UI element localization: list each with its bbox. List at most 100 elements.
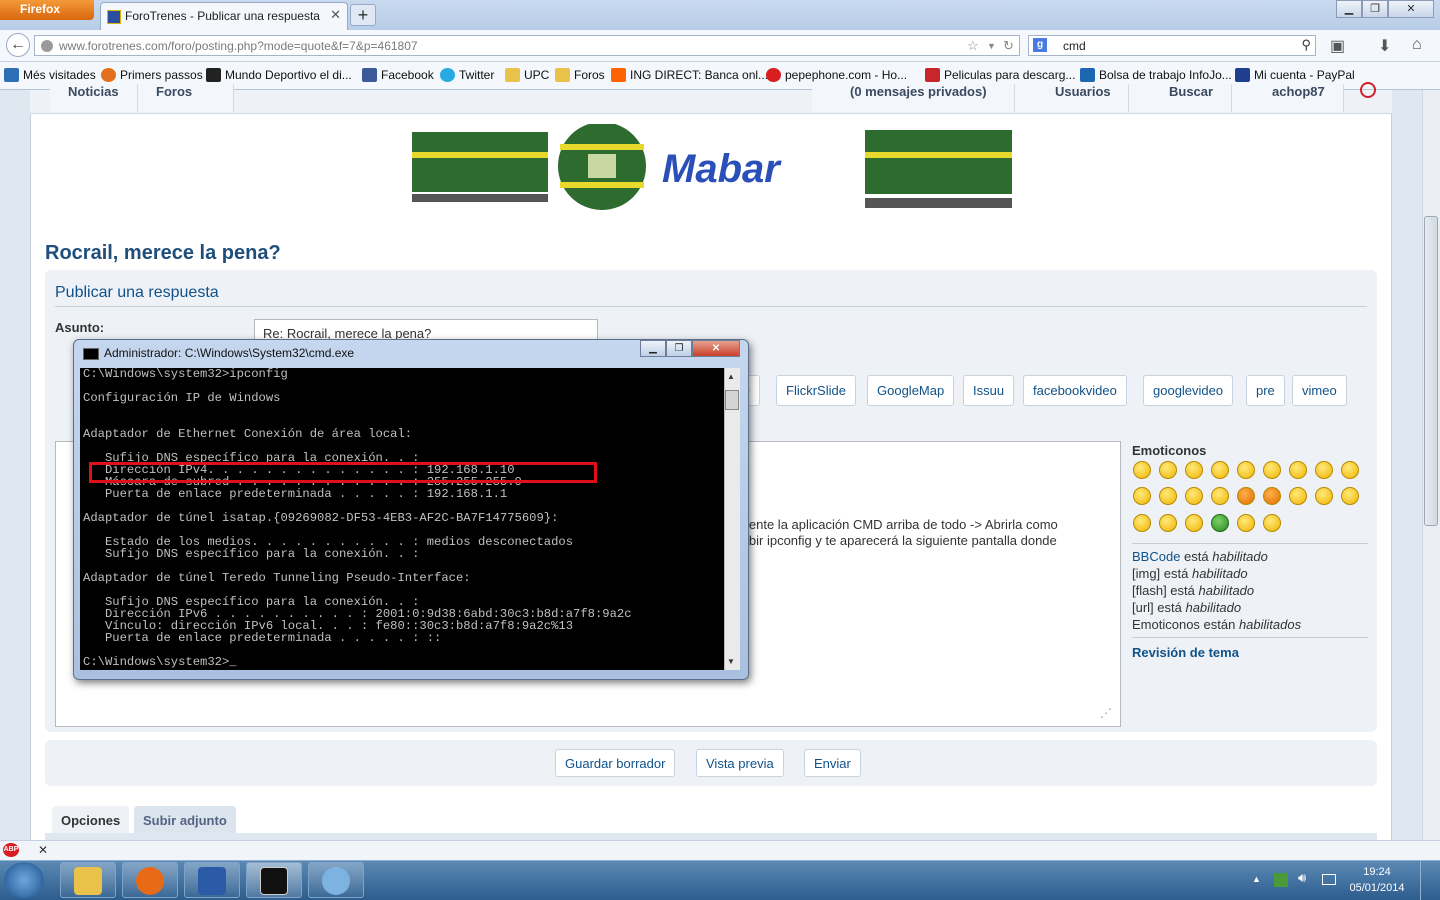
bookmark-item[interactable]: Més visitades <box>4 68 96 82</box>
save-draft-button[interactable]: Guardar borrador <box>555 749 676 777</box>
emoticon-icon[interactable] <box>1211 461 1229 479</box>
minimize-button[interactable]: ▁ <box>1336 0 1362 18</box>
bookmark-item[interactable]: Bolsa de trabajo InfoJo... <box>1080 68 1232 82</box>
emoticon-icon[interactable] <box>1185 487 1203 505</box>
emoticon-icon[interactable] <box>1237 461 1255 479</box>
emoticon-icon[interactable] <box>1159 514 1177 532</box>
back-button[interactable]: ← <box>6 33 30 57</box>
emoticon-icon[interactable] <box>1159 487 1177 505</box>
bbcode-button-googlemap[interactable]: GoogleMap <box>867 375 955 406</box>
cmd-scrollbar-thumb[interactable] <box>725 390 739 410</box>
bbcode-button-flickrslide[interactable]: FlickrSlide <box>776 375 856 406</box>
emoticon-icon[interactable] <box>1341 487 1359 505</box>
submit-button[interactable]: Enviar <box>804 749 861 777</box>
firefox-menu-button[interactable]: Firefox <box>0 0 94 20</box>
emoticon-icon[interactable] <box>1133 487 1151 505</box>
emoticon-icon[interactable] <box>1133 514 1151 532</box>
close-addon-bar-icon[interactable]: ✕ <box>38 843 48 857</box>
restore-button[interactable]: ❐ <box>1362 0 1388 18</box>
emoticon-icon[interactable] <box>1211 514 1229 532</box>
emoticon-icon[interactable] <box>1263 487 1281 505</box>
topic-review-link[interactable]: Revisión de tema <box>1132 645 1239 660</box>
emoticon-icon[interactable] <box>1315 487 1333 505</box>
nav-usuarios[interactable]: Usuarios <box>1015 84 1129 112</box>
new-tab-button[interactable]: + <box>350 4 376 26</box>
bookmark-item[interactable]: Mundo Deportivo el di... <box>206 68 352 82</box>
adblock-plus-icon[interactable]: ABP <box>3 843 19 857</box>
bbcode-button-googlevideo[interactable]: googlevideo <box>1143 375 1234 406</box>
taskbar-paint[interactable] <box>308 862 364 898</box>
downloads-icon[interactable]: ⬇ <box>1378 36 1391 56</box>
bbcode-button-facebookvideo[interactable]: facebookvideo <box>1023 375 1127 406</box>
bookmark-item[interactable]: Facebook <box>362 68 434 82</box>
emoticon-icon[interactable] <box>1185 461 1203 479</box>
emoticon-icon[interactable] <box>1133 461 1151 479</box>
action-center-icon[interactable] <box>1274 873 1288 887</box>
site-identity-icon[interactable] <box>41 40 53 52</box>
nav-buscar[interactable]: Buscar <box>1129 84 1232 112</box>
close-window-button[interactable]: ✕ <box>1388 0 1434 18</box>
preview-button[interactable]: Vista previa <box>696 749 784 777</box>
emoticon-icon[interactable] <box>1263 514 1281 532</box>
page-scrollbar-thumb[interactable] <box>1424 216 1438 526</box>
emoticon-icon[interactable] <box>1159 461 1177 479</box>
system-clock[interactable]: 19:24 05/01/2014 <box>1344 864 1410 896</box>
cmd-console[interactable]: C:\Windows\system32>ipconfig Configuraci… <box>80 368 724 670</box>
nav-foros[interactable]: Foros <box>138 84 234 112</box>
cmd-scrollbar[interactable] <box>724 368 740 670</box>
nav-private-messages[interactable]: (0 mensajes privados) <box>812 84 1015 112</box>
cmd-minimize-button[interactable]: ▁ <box>640 340 666 357</box>
search-bar[interactable]: g cmd ⚲ <box>1028 35 1316 56</box>
search-icon[interactable]: ⚲ <box>1301 37 1311 53</box>
emoticon-icon[interactable] <box>1341 461 1359 479</box>
bbcode-button-issuu[interactable]: Issuu <box>963 375 1015 406</box>
nav-user-profile[interactable]: achop87 <box>1232 84 1344 112</box>
search-input[interactable]: cmd <box>1063 39 1086 53</box>
emoticon-icon[interactable] <box>1289 487 1307 505</box>
nav-noticias[interactable]: Noticias <box>50 84 138 112</box>
bookmark-item[interactable]: Peliculas para descarg... <box>925 68 1075 82</box>
bookmark-folder[interactable]: UPC <box>505 68 549 82</box>
network-icon[interactable] <box>1322 874 1336 885</box>
taskbar-explorer[interactable] <box>60 862 116 898</box>
browser-tab[interactable]: ForoTrenes - Publicar una respuesta ✕ <box>100 2 348 30</box>
taskbar-firefox[interactable] <box>122 862 178 898</box>
start-button[interactable] <box>4 862 44 898</box>
cmd-close-button[interactable]: ✕ <box>692 340 740 357</box>
google-search-engine-icon[interactable]: g <box>1033 38 1047 52</box>
cmd-maximize-button[interactable]: ❐ <box>666 340 692 357</box>
logout-icon[interactable] <box>1360 82 1376 98</box>
emoticon-icon[interactable] <box>1211 487 1229 505</box>
emoticon-icon[interactable] <box>1237 487 1255 505</box>
bookmark-item[interactable]: pepephone.com - Ho... <box>766 68 907 82</box>
bookmark-item[interactable]: Mi cuenta - PayPal <box>1235 68 1355 82</box>
bbcode-help-link[interactable]: BBCode <box>1132 549 1180 564</box>
bookmark-item[interactable]: ING DIRECT: Banca onl... <box>611 68 768 82</box>
bookmark-item[interactable]: Primers passos <box>101 68 203 82</box>
show-hidden-icons[interactable]: ▲ <box>1252 874 1261 884</box>
home-icon[interactable]: ⌂ <box>1412 36 1422 54</box>
taskbar-cmd[interactable] <box>246 862 302 898</box>
volume-icon[interactable]: 🔊︎ <box>1298 870 1306 886</box>
reload-icon[interactable]: ↻ <box>1003 38 1014 54</box>
cmd-scroll-up-icon[interactable]: ▲ <box>727 372 735 381</box>
bbcode-button-vimeo[interactable]: vimeo <box>1292 375 1347 406</box>
taskbar-word[interactable] <box>184 862 240 898</box>
bookmark-folder[interactable]: Foros <box>555 68 605 82</box>
cmd-scroll-down-icon[interactable]: ▼ <box>727 657 735 666</box>
bookmark-star-icon[interactable]: ☆ <box>967 38 979 54</box>
tab-upload-attachment[interactable]: Subir adjunto <box>134 806 236 834</box>
bookmarks-menu-icon[interactable]: ▣ <box>1330 36 1345 56</box>
emoticon-icon[interactable] <box>1315 461 1333 479</box>
bbcode-button-pre[interactable]: pre <box>1246 375 1285 406</box>
emoticon-icon[interactable] <box>1237 514 1255 532</box>
close-tab-icon[interactable]: ✕ <box>330 7 341 23</box>
show-desktop-button[interactable] <box>1420 860 1440 900</box>
emoticon-icon[interactable] <box>1289 461 1307 479</box>
emoticon-icon[interactable] <box>1263 461 1281 479</box>
history-dropdown-icon[interactable]: ▼ <box>987 41 996 51</box>
tab-options[interactable]: Opciones <box>52 806 130 834</box>
page-title[interactable]: Rocrail, merece la pena? <box>45 242 281 265</box>
url-bar[interactable]: www.forotrenes.com/foro/posting.php?mode… <box>34 35 1020 56</box>
emoticon-icon[interactable] <box>1185 514 1203 532</box>
